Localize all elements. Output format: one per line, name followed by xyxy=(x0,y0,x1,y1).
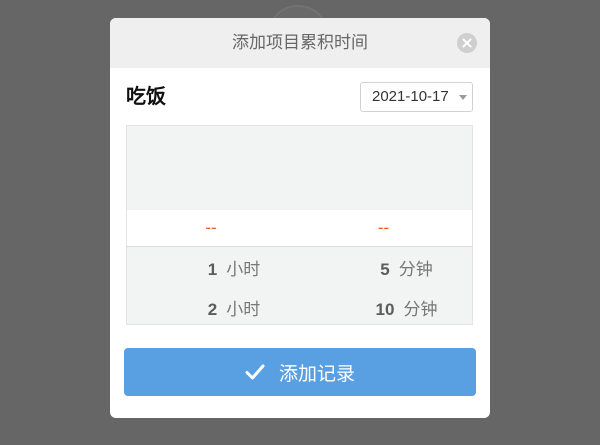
minutes-option[interactable]: 10 分钟 xyxy=(299,290,472,324)
hours-selected-value: -- xyxy=(205,218,217,237)
option-number: 10 xyxy=(375,300,395,319)
picker-selection-band: -- -- xyxy=(127,210,472,247)
caret-down-icon xyxy=(459,95,467,100)
minutes-selected-value: -- xyxy=(377,218,390,237)
date-value: 2021-10-17 xyxy=(372,88,449,105)
minutes-column[interactable]: 5 分钟 10 分钟 xyxy=(299,250,472,324)
option-number: 5 xyxy=(380,260,390,279)
add-record-button[interactable]: 添加记录 xyxy=(124,348,476,396)
add-time-dialog: 添加项目累积时间 吃饭 2021-10-17 -- -- 1 小时 2 小时 5… xyxy=(110,18,490,418)
project-name: 吃饭 xyxy=(126,86,166,108)
dialog-title: 添加项目累积时间 xyxy=(232,33,368,52)
option-unit: 小时 xyxy=(226,300,261,319)
date-select[interactable]: 2021-10-17 xyxy=(360,82,473,112)
dialog-header: 添加项目累积时间 xyxy=(110,18,490,68)
option-unit: 分钟 xyxy=(398,260,433,279)
hours-column[interactable]: 1 小时 2 小时 xyxy=(127,250,299,324)
add-record-label: 添加记录 xyxy=(278,363,355,385)
option-unit: 分钟 xyxy=(403,300,438,319)
hours-option[interactable]: 2 小时 xyxy=(127,290,299,324)
option-number: 1 xyxy=(207,260,218,279)
duration-picker: -- -- 1 小时 2 小时 5 分钟 10 分钟 xyxy=(126,125,473,325)
checkmark-icon xyxy=(245,364,265,380)
option-unit: 小时 xyxy=(226,260,261,279)
option-number: 2 xyxy=(207,300,218,319)
hours-option[interactable]: 1 小时 xyxy=(127,250,299,290)
close-icon[interactable] xyxy=(457,33,477,53)
minutes-option[interactable]: 5 分钟 xyxy=(299,250,472,290)
